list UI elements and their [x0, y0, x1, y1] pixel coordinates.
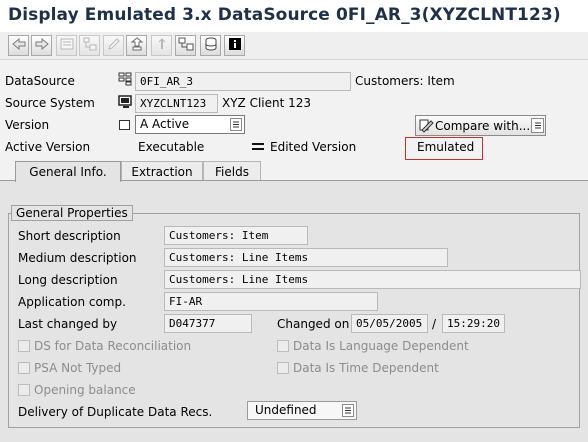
- short-description-field[interactable]: Customers: Item: [164, 226, 308, 245]
- page-title: Display Emulated 3.x DataSource 0FI_AR_3…: [8, 5, 561, 25]
- delivery-duplicate-value: Undefined: [255, 403, 317, 417]
- compare-with-button[interactable]: Compare with...: [415, 115, 546, 136]
- database-button[interactable]: [200, 35, 221, 56]
- medium-description-field[interactable]: Customers: Line Items: [164, 248, 448, 267]
- source-system-label: Source System: [5, 96, 95, 110]
- delivery-duplicate-dropdown[interactable]: Undefined: [247, 401, 357, 420]
- datasource-description: Customers: Item: [355, 74, 455, 88]
- tab-fields[interactable]: Fields: [203, 161, 261, 181]
- compare-icon: [419, 118, 434, 136]
- delivery-duplicate-label: Delivery of Duplicate Data Recs.: [18, 405, 213, 419]
- change-button[interactable]: [103, 35, 124, 56]
- general-properties-title: General Properties: [11, 205, 133, 221]
- language-dependent-label: Data Is Language Dependent: [293, 339, 469, 353]
- source-system-field[interactable]: XYZCLNT123: [135, 94, 218, 113]
- tab-general-info[interactable]: General Info.: [15, 161, 121, 182]
- language-dependent-checkbox[interactable]: [277, 340, 289, 352]
- back-arrow-icon: [11, 37, 26, 53]
- compare-options-icon: [531, 118, 544, 133]
- tab-extraction-label: Extraction: [131, 164, 193, 179]
- version-dropdown[interactable]: A Active: [135, 115, 245, 134]
- psa-not-typed-label: PSA Not Typed: [34, 361, 122, 375]
- hierarchy-icon: [83, 37, 97, 54]
- version-value: A Active: [140, 117, 190, 131]
- information-button[interactable]: [224, 35, 245, 56]
- last-changed-by-field[interactable]: D047377: [164, 314, 252, 333]
- long-description-label: Long description: [18, 273, 118, 287]
- back-button[interactable]: [8, 35, 29, 56]
- time-dependent-checkbox[interactable]: [277, 362, 289, 374]
- time-dependent-label: Data Is Time Dependent: [293, 361, 439, 375]
- forward-button[interactable]: [31, 35, 52, 56]
- hierarchy-button[interactable]: [79, 35, 100, 56]
- version-status-icon: [119, 120, 130, 130]
- source-system-description: XYZ Client 123: [222, 96, 312, 110]
- dropdown-list-icon: [342, 404, 354, 417]
- opening-balance-label: Opening balance: [34, 383, 136, 397]
- short-description-label: Short description: [18, 229, 121, 243]
- object-overview-icon: [60, 38, 74, 53]
- tab-extraction[interactable]: Extraction: [121, 161, 203, 181]
- changed-on-date-field[interactable]: 05/05/2005: [351, 314, 428, 333]
- active-version-value: Executable: [138, 140, 205, 154]
- forward-arrow-icon: [35, 37, 49, 53]
- datasource-tree-icon: [118, 72, 132, 89]
- changed-on-label: Changed on: [277, 317, 350, 331]
- application-toolbar: [0, 32, 588, 60]
- info-upload-button[interactable]: [151, 35, 172, 56]
- datasource-label: DataSource: [5, 74, 75, 88]
- tab-fields-label: Fields: [215, 164, 249, 179]
- ds-data-reconciliation-checkbox[interactable]: [18, 340, 30, 352]
- tab-general-info-label: General Info.: [29, 165, 107, 179]
- opening-balance-checkbox[interactable]: [18, 384, 30, 396]
- date-time-separator: /: [432, 317, 437, 331]
- info-upload-icon: [155, 37, 169, 54]
- activate-button[interactable]: [126, 35, 147, 56]
- ds-data-reconciliation-label: DS for Data Reconciliation: [34, 339, 192, 353]
- information-icon: [228, 37, 242, 54]
- application-comp-label: Application comp.: [18, 295, 126, 309]
- source-system-icon: [118, 95, 132, 112]
- active-version-label: Active Version: [5, 140, 91, 154]
- changed-on-time-field[interactable]: 15:29:20: [442, 314, 505, 333]
- edited-version-value: Emulated: [405, 137, 483, 160]
- compare-with-label: Compare with...: [435, 119, 531, 133]
- title-bar: Display Emulated 3.x DataSource 0FI_AR_3…: [0, 0, 588, 32]
- equals-icon: [252, 143, 264, 150]
- psa-not-typed-checkbox[interactable]: [18, 362, 30, 374]
- long-description-field[interactable]: Customers: Line Items: [164, 270, 581, 289]
- datasource-field[interactable]: 0FI_AR_3: [135, 72, 351, 91]
- change-pencil-icon: [107, 37, 121, 54]
- version-label: Version: [5, 118, 50, 132]
- medium-description-label: Medium description: [18, 251, 137, 265]
- technical-settings-icon: [178, 37, 194, 54]
- object-overview-button[interactable]: [56, 35, 77, 56]
- dropdown-list-icon: [230, 118, 242, 131]
- database-icon: [205, 37, 217, 54]
- application-comp-field[interactable]: FI-AR: [164, 292, 378, 311]
- edited-version-label: Edited Version: [270, 140, 357, 154]
- activate-icon: [130, 37, 144, 54]
- last-changed-by-label: Last changed by: [18, 317, 118, 331]
- technical-settings-button[interactable]: [175, 35, 196, 56]
